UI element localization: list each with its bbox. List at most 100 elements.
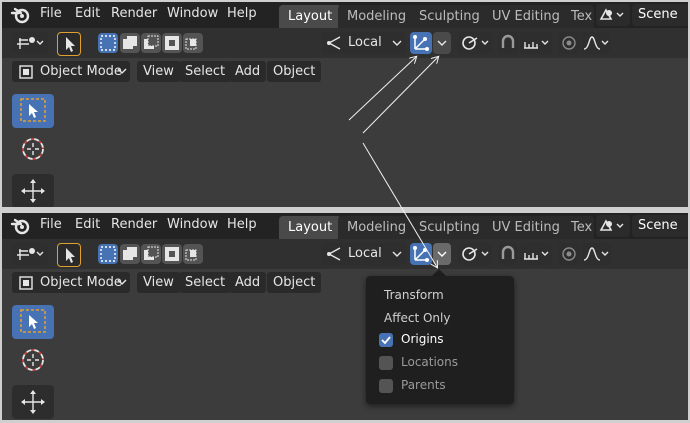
menu-edit[interactable]: Edit bbox=[75, 217, 100, 232]
proportional-edit-icon bbox=[562, 36, 576, 50]
falloff-curve-icon bbox=[583, 247, 609, 261]
tab-modeling[interactable]: Modeling bbox=[338, 5, 416, 28]
snap-target-button[interactable] bbox=[458, 32, 492, 54]
orientation-gizmo-button[interactable] bbox=[12, 32, 48, 54]
mode-value: Object Mode bbox=[40, 64, 122, 79]
scene-name-field[interactable]: Scene bbox=[632, 215, 688, 237]
select-mode-subtract-button[interactable] bbox=[141, 244, 161, 264]
menu-edit[interactable]: Edit bbox=[75, 6, 100, 21]
viewport-header: Object Mode View Select Add Object bbox=[2, 58, 688, 84]
checkmark-icon bbox=[381, 336, 391, 345]
menu-window[interactable]: Window bbox=[167, 6, 218, 21]
transform-orientation-value: Local bbox=[348, 246, 382, 261]
scene-name-field[interactable]: Scene bbox=[632, 4, 688, 26]
snap-target-button[interactable] bbox=[458, 243, 492, 265]
menu-object[interactable]: Object bbox=[267, 61, 322, 82]
locations-checkbox[interactable] bbox=[379, 356, 393, 370]
select-invert-icon bbox=[165, 247, 179, 261]
chevron-down-icon bbox=[392, 40, 402, 46]
snap-element-dropdown[interactable] bbox=[520, 32, 552, 54]
snap-toggle-button[interactable] bbox=[498, 32, 518, 54]
select-mode-intersect-button[interactable] bbox=[183, 244, 203, 264]
chevron-down-icon bbox=[392, 251, 402, 257]
transform-affect-dropdown-button[interactable] bbox=[433, 32, 451, 54]
select-tool-button[interactable] bbox=[57, 243, 81, 267]
mode-dropdown[interactable]: Object Mode bbox=[12, 272, 130, 293]
menu-file[interactable]: File bbox=[40, 6, 62, 21]
proportional-edit-toggle[interactable] bbox=[558, 32, 580, 54]
select-mode-subtract-button[interactable] bbox=[141, 33, 161, 53]
transform-affect-toggle[interactable] bbox=[410, 32, 432, 54]
snap-toggle-button[interactable] bbox=[498, 243, 518, 265]
select-extend-icon bbox=[123, 247, 137, 260]
transform-orientation-dropdown[interactable]: Local bbox=[322, 32, 406, 54]
select-mode-intersect-button[interactable] bbox=[183, 33, 203, 53]
cursor-tool[interactable] bbox=[12, 343, 54, 377]
link-icon bbox=[462, 36, 489, 50]
tab-uv-editing[interactable]: UV Editing bbox=[483, 5, 569, 28]
tab-sculpting[interactable]: Sculpting bbox=[410, 5, 489, 28]
origins-checkbox[interactable] bbox=[379, 333, 393, 347]
move-tool[interactable] bbox=[12, 174, 54, 207]
proportional-edit-toggle[interactable] bbox=[558, 243, 580, 265]
tab-sculpting[interactable]: Sculpting bbox=[410, 216, 489, 239]
blender-logo-icon[interactable] bbox=[10, 6, 30, 24]
cursor-tool[interactable] bbox=[12, 132, 54, 166]
transform-affect-toggle[interactable] bbox=[410, 243, 432, 265]
parents-checkbox[interactable] bbox=[379, 379, 393, 393]
menu-file[interactable]: File bbox=[40, 217, 62, 232]
tab-layout[interactable]: Layout bbox=[279, 5, 342, 28]
scene-selector[interactable] bbox=[596, 215, 630, 237]
menu-select[interactable]: Select bbox=[179, 272, 232, 293]
blender-logo-icon[interactable] bbox=[10, 217, 30, 235]
select-mode-invert-button[interactable] bbox=[162, 244, 182, 264]
menu-select[interactable]: Select bbox=[179, 61, 232, 82]
chevron-down-icon bbox=[437, 40, 447, 46]
menu-view[interactable]: View bbox=[137, 61, 180, 82]
move-tool[interactable] bbox=[12, 385, 54, 419]
popover-subtitle: Affect Only bbox=[384, 311, 451, 325]
menu-object[interactable]: Object bbox=[267, 272, 322, 293]
menu-add[interactable]: Add bbox=[229, 272, 267, 293]
select-box-tool[interactable] bbox=[12, 305, 54, 339]
transform-orientation-dropdown[interactable]: Local bbox=[322, 243, 406, 265]
menu-help[interactable]: Help bbox=[227, 217, 257, 232]
select-mode-new-button[interactable] bbox=[98, 33, 118, 53]
tool-settings-bar: Local bbox=[2, 239, 688, 269]
scene-selector[interactable] bbox=[596, 4, 630, 26]
orientation-gizmo-button[interactable] bbox=[12, 243, 48, 265]
menu-render[interactable]: Render bbox=[111, 6, 157, 21]
proportional-falloff-dropdown[interactable] bbox=[581, 243, 611, 265]
select-mode-extend-button[interactable] bbox=[120, 33, 140, 53]
menu-view[interactable]: View bbox=[137, 272, 180, 293]
select-subtract-icon bbox=[144, 246, 159, 260]
tab-texture-paint[interactable]: Tex bbox=[562, 5, 594, 28]
tab-modeling[interactable]: Modeling bbox=[338, 216, 416, 239]
magnet-icon bbox=[501, 34, 515, 48]
select-mode-invert-button[interactable] bbox=[162, 33, 182, 53]
select-mode-new-button[interactable] bbox=[98, 244, 118, 264]
cursor-arrow-icon bbox=[66, 37, 75, 52]
menu-render[interactable]: Render bbox=[111, 217, 157, 232]
menu-window[interactable]: Window bbox=[167, 217, 218, 232]
menu-add[interactable]: Add bbox=[229, 61, 267, 82]
transform-affect-dropdown-button[interactable] bbox=[433, 243, 451, 265]
tab-texture-paint[interactable]: Tex bbox=[562, 216, 594, 239]
mode-value: Object Mode bbox=[40, 275, 122, 290]
select-intersect-icon bbox=[185, 38, 197, 50]
orientation-icon bbox=[327, 247, 341, 261]
select-box-tool[interactable] bbox=[12, 94, 54, 128]
blender-window-before: File Edit Render Window Help Layout Mode… bbox=[2, 2, 688, 207]
crosshair-cursor-icon bbox=[22, 349, 44, 371]
tab-uv-editing[interactable]: UV Editing bbox=[483, 216, 569, 239]
object-mode-icon bbox=[19, 276, 33, 290]
transform-affect-icon bbox=[413, 35, 429, 51]
select-mode-extend-button[interactable] bbox=[120, 244, 140, 264]
select-tool-button[interactable] bbox=[57, 32, 81, 56]
falloff-curve-icon bbox=[583, 36, 609, 50]
tab-layout[interactable]: Layout bbox=[279, 216, 342, 239]
mode-dropdown[interactable]: Object Mode bbox=[12, 61, 130, 82]
menu-help[interactable]: Help bbox=[227, 6, 257, 21]
proportional-falloff-dropdown[interactable] bbox=[581, 32, 611, 54]
snap-element-dropdown[interactable] bbox=[520, 243, 552, 265]
